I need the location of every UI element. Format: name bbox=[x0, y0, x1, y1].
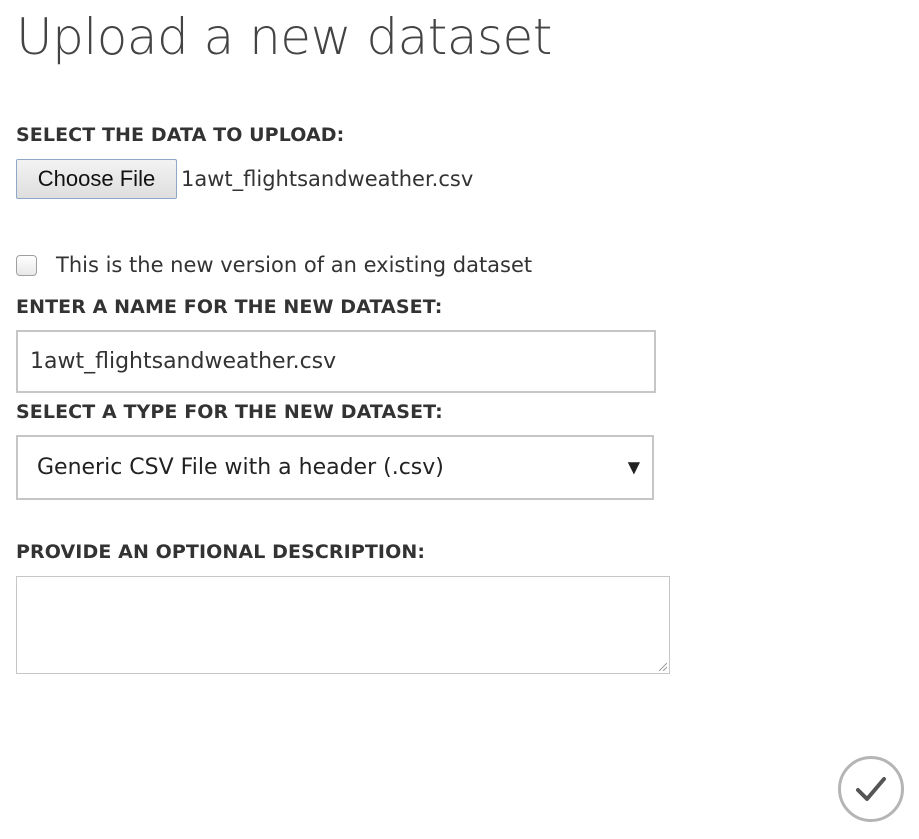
dataset-type-select[interactable]: Generic CSV File with a header (.csv) ▼ bbox=[16, 435, 654, 500]
page-title: Upload a new dataset bbox=[16, 8, 552, 66]
version-checkbox[interactable] bbox=[16, 254, 37, 276]
description-label: PROVIDE AN OPTIONAL DESCRIPTION: bbox=[16, 541, 426, 563]
name-label: ENTER A NAME FOR THE NEW DATASET: bbox=[16, 296, 443, 318]
dataset-name-input[interactable]: 1awt_flightsandweather.csv bbox=[16, 330, 656, 393]
choose-file-button[interactable]: Choose File bbox=[16, 159, 177, 199]
type-label: SELECT A TYPE FOR THE NEW DATASET: bbox=[16, 401, 443, 423]
resize-grip-icon[interactable] bbox=[657, 661, 667, 671]
upload-dataset-dialog: Upload a new dataset SELECT THE DATA TO … bbox=[0, 0, 919, 839]
checkmark-icon bbox=[856, 777, 886, 801]
version-checkbox-label[interactable]: This is the new version of an existing d… bbox=[56, 253, 532, 277]
file-picker: Choose File 1awt_flightsandweather.csv bbox=[16, 159, 473, 199]
selected-file-name: 1awt_flightsandweather.csv bbox=[181, 167, 474, 191]
upload-label: SELECT THE DATA TO UPLOAD: bbox=[16, 124, 345, 146]
version-checkbox-row: This is the new version of an existing d… bbox=[16, 252, 532, 278]
description-textarea[interactable] bbox=[16, 576, 670, 674]
dropdown-arrow-icon: ▼ bbox=[627, 457, 640, 477]
dataset-type-selected-value: Generic CSV File with a header (.csv) bbox=[37, 455, 444, 480]
ok-button[interactable] bbox=[838, 756, 904, 822]
